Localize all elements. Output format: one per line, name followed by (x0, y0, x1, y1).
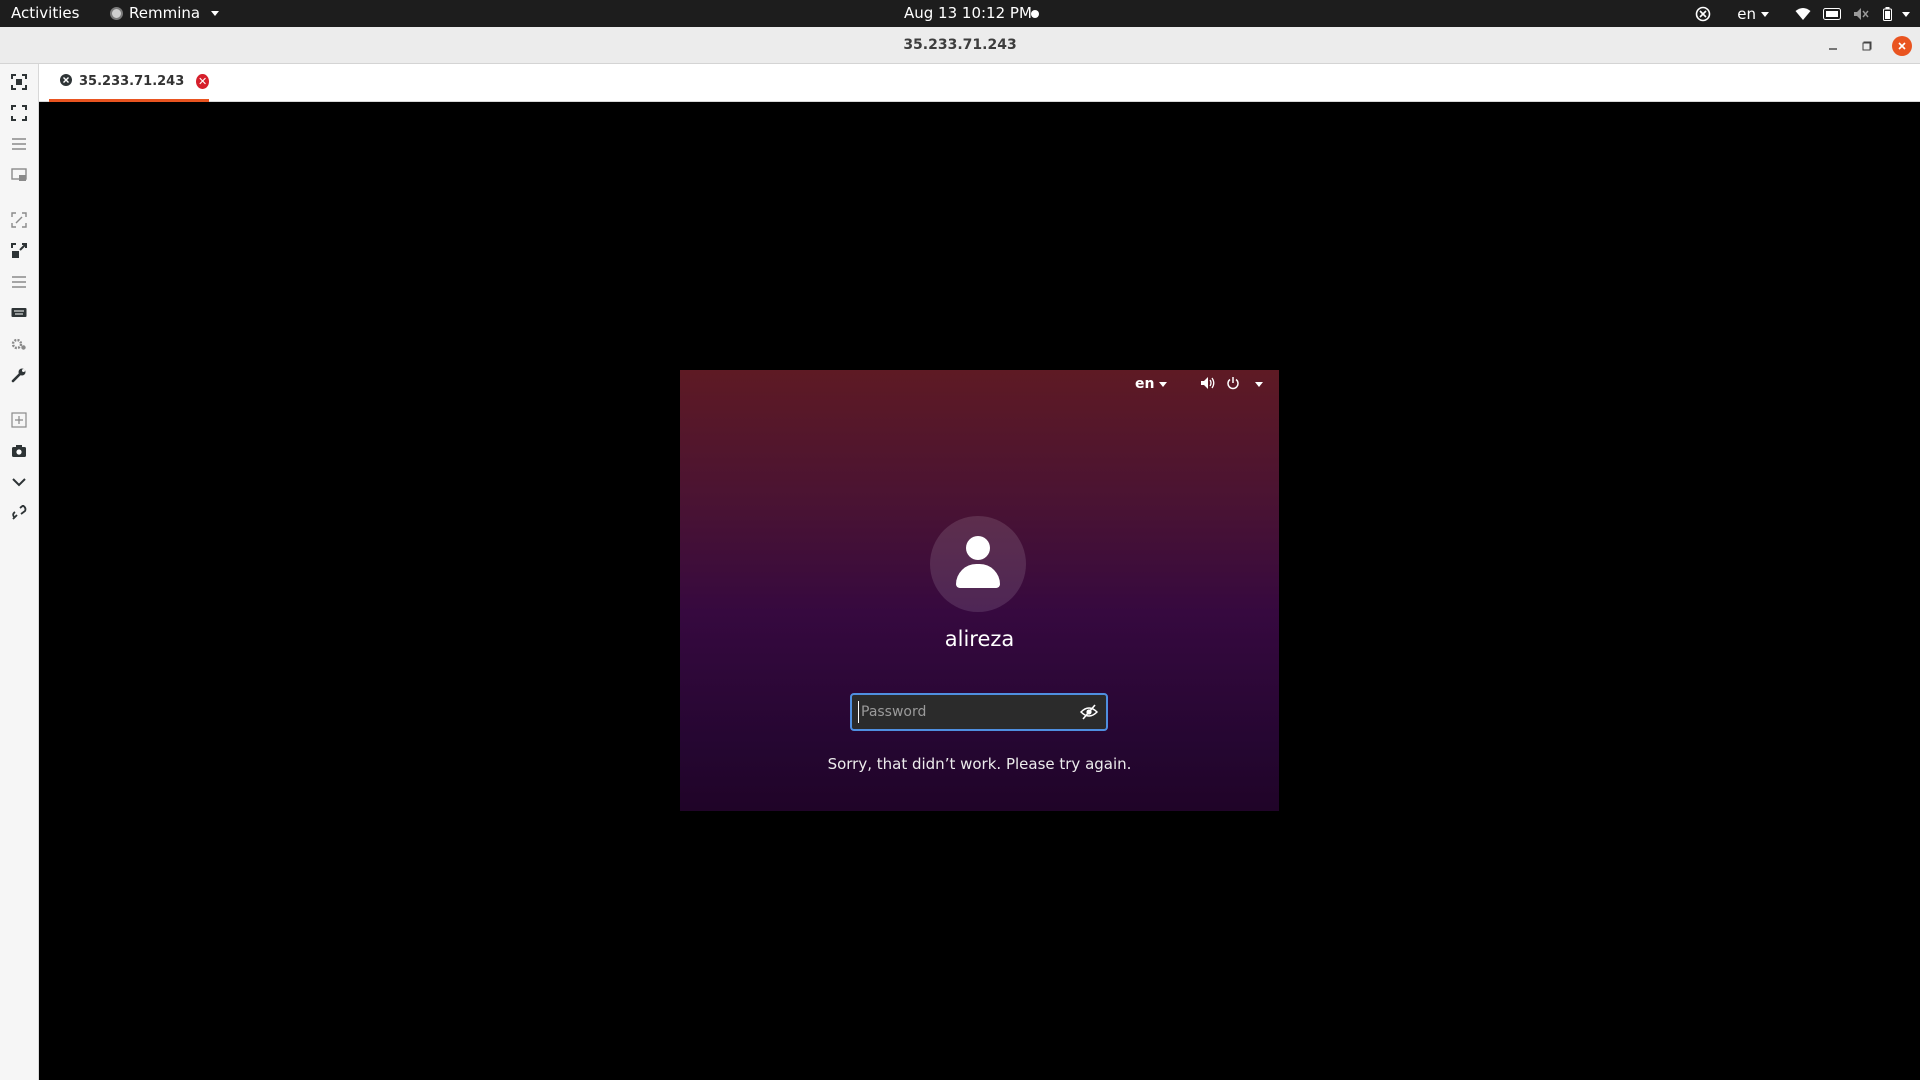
keyboard-grab-button[interactable] (9, 303, 29, 323)
screenshot-icon (12, 445, 26, 457)
minimize-toolbar-button[interactable] (9, 472, 29, 492)
minimize-toolbar-icon (12, 478, 26, 487)
wifi-icon[interactable] (1795, 7, 1811, 21)
screenshot-button[interactable] (9, 441, 29, 461)
tools-button[interactable] (9, 365, 29, 385)
quality-menu-button[interactable] (9, 272, 29, 292)
window-title: 35.233.71.243 (903, 37, 1017, 53)
error-message: Sorry, that didn’t work. Please try agai… (827, 755, 1132, 773)
gnome-top-bar: Activities Remmina Aug 13 10:12 PM en (0, 0, 1920, 27)
app-menu-label: Remmina (129, 4, 201, 22)
dynamic-resolution-button[interactable] (9, 241, 29, 261)
avatar[interactable] (930, 516, 1026, 612)
window-title-bar: 35.233.71.243 (0, 27, 1920, 64)
power-icon (1226, 375, 1240, 394)
minimize-button[interactable] (1823, 36, 1843, 56)
disconnect-icon (12, 505, 27, 520)
fullscreen-button[interactable] (9, 103, 29, 123)
password-field[interactable] (850, 693, 1108, 731)
activities-button[interactable]: Activities (11, 4, 79, 22)
login-system-menu[interactable] (1200, 375, 1263, 394)
tab-connection[interactable]: 35.233.71.243 ✕ (49, 64, 209, 102)
login-language-label: en (1135, 376, 1155, 392)
vpn-icon[interactable] (1823, 8, 1841, 20)
duplicate-connection-button[interactable] (9, 410, 29, 430)
remote-desktop-viewport[interactable]: en alireza Sorry, that didn’t work. Plea… (39, 102, 1920, 1080)
password-input[interactable] (858, 701, 1068, 723)
maximize-icon (1862, 41, 1872, 51)
remmina-icon (110, 6, 123, 20)
chevron-down-icon (1255, 382, 1263, 387)
tab-close-icon[interactable]: ✕ (196, 74, 209, 89)
volume-muted-icon[interactable] (1853, 7, 1869, 21)
duplicate-icon (11, 412, 27, 428)
chevron-down-icon (1761, 11, 1769, 17)
fit-window-button[interactable] (9, 72, 29, 92)
minimize-icon (1829, 48, 1837, 50)
user-head-icon (966, 536, 990, 560)
scale-button[interactable] (9, 210, 29, 230)
system-menu-chevron-icon[interactable] (1902, 11, 1910, 17)
username: alireza (944, 627, 1015, 651)
multi-monitor-button[interactable] (9, 165, 29, 185)
volume-icon (1200, 375, 1216, 394)
menu-icon (12, 138, 26, 150)
fullscreen-icon (11, 105, 27, 121)
chevron-down-icon (211, 10, 220, 16)
remote-session-icon[interactable] (1695, 6, 1711, 22)
scale-icon (11, 212, 27, 228)
keyboard-icon (11, 308, 27, 317)
tab-label: 35.233.71.243 (79, 74, 185, 89)
dynamic-resolution-icon (11, 243, 27, 258)
preferences-button[interactable] (9, 334, 29, 354)
multi-monitor-icon (11, 168, 27, 181)
remmina-toolbar (0, 64, 39, 1080)
language-label: en (1737, 5, 1756, 23)
menu-button[interactable] (9, 134, 29, 154)
fit-window-icon (11, 74, 27, 90)
close-icon (1898, 42, 1906, 50)
disconnect-button[interactable] (9, 503, 29, 523)
preferences-icon (11, 338, 26, 350)
language-menu[interactable]: en (1737, 5, 1769, 23)
tools-icon (11, 368, 26, 383)
clock[interactable]: Aug 13 10:12 PM (904, 4, 1032, 22)
notification-dot-icon (1031, 10, 1039, 18)
chevron-down-icon (1159, 381, 1168, 387)
battery-icon[interactable] (1883, 7, 1892, 21)
login-language-menu[interactable]: en (1135, 376, 1168, 392)
system-tray: en (1677, 3, 1910, 25)
menu-icon (12, 276, 26, 288)
reveal-password-icon[interactable] (1079, 703, 1099, 721)
app-menu[interactable]: Remmina (110, 4, 220, 22)
remote-session-icon (59, 72, 73, 91)
user-body-icon (956, 564, 1000, 588)
close-button[interactable] (1892, 36, 1912, 56)
maximize-button[interactable] (1857, 36, 1877, 56)
tab-strip: 35.233.71.243 ✕ (39, 64, 1920, 102)
login-panel: en alireza Sorry, that didn’t work. Plea… (680, 370, 1279, 811)
